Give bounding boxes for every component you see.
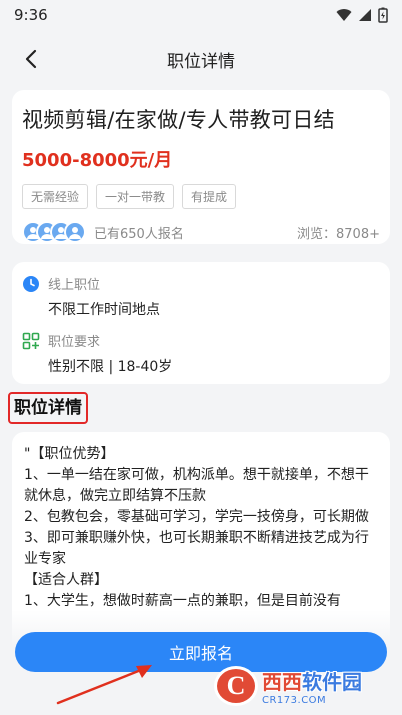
- job-type-label: 线上职位: [48, 278, 101, 293]
- detail-line: 1、大学生，想做时薪高一点的兼职，但是目前没有: [24, 593, 341, 609]
- status-time: 9:36: [14, 6, 48, 24]
- detail-line: 2、包教包会，零基础可学习，学完一技傍身，可长期做: [24, 509, 369, 525]
- watermark-logo: C: [214, 666, 258, 706]
- detail-line: 3、即可兼职赚外快，也可长期兼职不断精进技艺成为行业专家: [24, 530, 369, 567]
- job-title: 视频剪辑/在家做/专人带教可日结: [22, 108, 335, 132]
- tag-item: 有提成: [182, 184, 237, 209]
- status-icons: [336, 7, 388, 23]
- watermark-name: 西西软件园: [262, 670, 362, 694]
- job-requirement-value: 性别不限 | 18-40岁: [48, 359, 173, 375]
- watermark: C 西西软件园 CR173.COM: [214, 665, 392, 707]
- battery-icon: [378, 7, 388, 23]
- chevron-left-icon: [25, 49, 37, 69]
- job-type-row: 线上职位 不限工作时间地点: [22, 274, 380, 319]
- job-info-card: 线上职位 不限工作时间地点 职位要求 性别不限 | 18-40岁: [12, 262, 390, 384]
- back-button[interactable]: [16, 44, 46, 74]
- avatar-stack: [22, 221, 86, 243]
- page-title: 职位详情: [167, 51, 235, 72]
- avatar: [64, 221, 86, 243]
- job-summary-card: 视频剪辑/在家做/专人带教可日结 5000-8000元/月 无需经验 一对一带教…: [12, 90, 390, 244]
- job-tags: 无需经验 一对一带教 有提成: [22, 184, 380, 209]
- detail-line: "【职位优势】: [24, 446, 115, 462]
- clock-icon: [23, 276, 39, 292]
- job-requirement-row: 职位要求 性别不限 | 18-40岁: [22, 331, 380, 376]
- watermark-url: CR173.COM: [262, 695, 327, 706]
- tag-item: 无需经验: [22, 184, 89, 209]
- status-bar: 9:36: [0, 0, 402, 30]
- salary: 5000-8000元/月: [22, 150, 173, 171]
- view-count: 浏览：8708+: [297, 226, 380, 242]
- nav-bar: 职位详情: [0, 36, 402, 82]
- wifi-icon: [336, 9, 352, 21]
- job-requirement-label: 职位要求: [48, 335, 101, 350]
- detail-line: 【适合人群】: [24, 572, 108, 588]
- section-title: 职位详情: [8, 392, 88, 424]
- signup-row: 已有650人报名 浏览：8708+: [22, 221, 380, 243]
- detail-line: 1、一单一结在家可做，机构派单。想干就接单，不想干就休息，做完立即结算不压款: [24, 467, 369, 504]
- signup-count: 已有650人报名: [94, 226, 184, 242]
- job-type-value: 不限工作时间地点: [48, 302, 160, 318]
- tag-item: 一对一带教: [96, 184, 175, 209]
- grid-icon: [22, 332, 40, 350]
- signal-icon: [359, 9, 371, 21]
